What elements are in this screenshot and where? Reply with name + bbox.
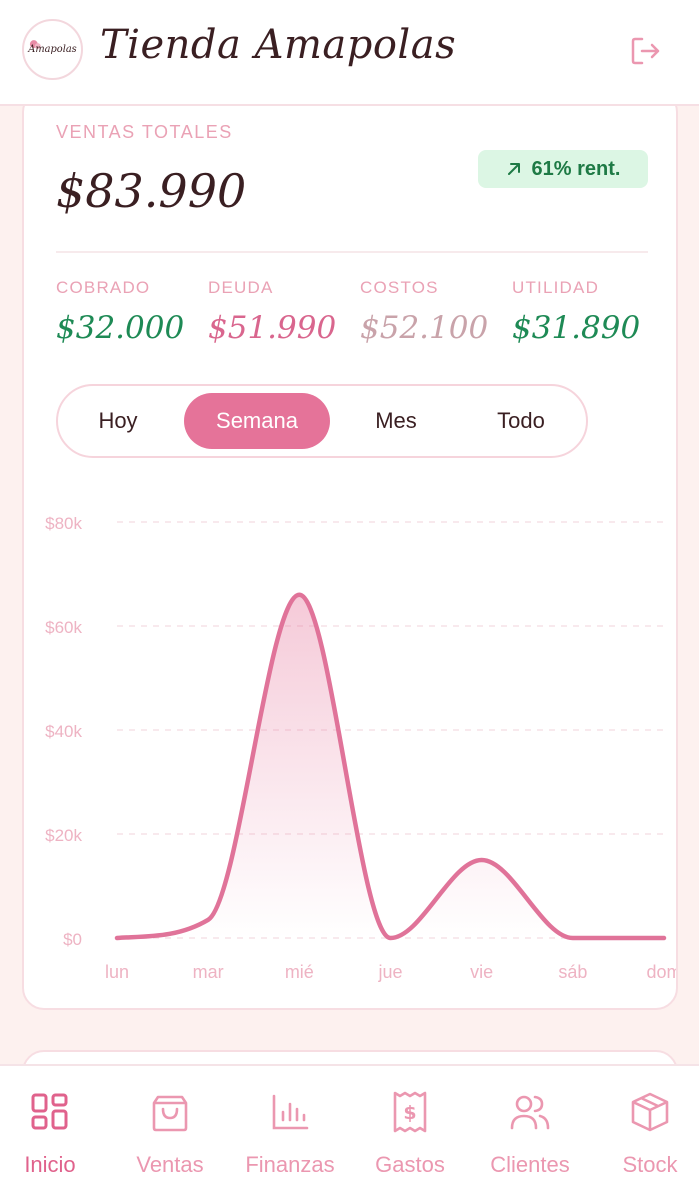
svg-text:$: $: [403, 1102, 416, 1124]
logout-button[interactable]: [626, 33, 666, 69]
total-sales-label: VENTAS TOTALES: [56, 122, 233, 142]
y-tick-label: $40k: [45, 722, 82, 741]
chart-area: [117, 594, 664, 938]
shopping-bag-icon: [152, 1095, 188, 1132]
x-tick-label: jue: [377, 962, 402, 982]
tab-todo[interactable]: Todo: [462, 393, 580, 449]
nav-label: Ventas: [136, 1152, 204, 1177]
data-point: [661, 935, 667, 941]
logout-icon: [631, 37, 660, 65]
nav-ventas[interactable]: Ventas: [112, 1066, 228, 1194]
tab-mes[interactable]: Mes: [344, 393, 448, 449]
x-tick-label: mié: [285, 962, 314, 982]
logo-mark: Amapolas: [27, 39, 77, 54]
stat-label: COSTOS: [360, 278, 439, 297]
nav-gastos[interactable]: $ Gastos: [352, 1066, 468, 1194]
nav-clientes[interactable]: Clientes: [472, 1066, 588, 1194]
data-point: [296, 592, 302, 598]
chart-line: [114, 592, 667, 941]
nav-stock[interactable]: Stock: [592, 1066, 699, 1194]
app-title: Tienda Amapolas: [100, 22, 457, 68]
nav-label: Stock: [622, 1152, 678, 1177]
logo: Amapolas: [22, 19, 83, 80]
users-icon: [510, 1095, 550, 1130]
data-point: [114, 935, 120, 941]
nav-label: Gastos: [375, 1152, 445, 1177]
data-point: [570, 935, 576, 941]
package-icon: [631, 1092, 669, 1132]
y-tick-label: $20k: [45, 826, 82, 845]
nav-inicio[interactable]: Inicio: [0, 1066, 108, 1194]
x-tick-label: sáb: [558, 962, 587, 982]
stat-label: UTILIDAD: [512, 278, 600, 297]
y-tick-label: $0: [63, 930, 82, 949]
tab-semana[interactable]: Semana: [184, 393, 330, 449]
weekly-sales-chart: $0 $20k $40k $60k $80k lun mar mié jue vie sáb dom: [45, 514, 676, 982]
data-point: [479, 857, 485, 863]
profitability-text: 61% rent.: [531, 157, 621, 180]
profitability-badge: 61% rent.: [478, 150, 648, 188]
period-selector: Hoy Semana Mes Todo: [56, 384, 588, 458]
x-tick-label: vie: [470, 962, 493, 982]
y-tick-label: $80k: [45, 514, 82, 533]
stat-label: COBRADO: [56, 278, 151, 297]
arrow-up-right-icon: [507, 163, 520, 175]
logo-text: Amapolas: [27, 43, 76, 54]
divider: [56, 251, 648, 253]
nav-label: Finanzas: [245, 1152, 335, 1177]
y-tick-label: $60k: [45, 618, 82, 637]
stat-deuda: DEUDA $51.990: [208, 278, 358, 346]
x-tick-label: lun: [105, 962, 129, 982]
nav-finanzas[interactable]: Finanzas: [232, 1066, 348, 1194]
stat-value: $52.100: [360, 310, 489, 346]
x-tick-label: dom: [646, 962, 676, 982]
stat-value: $32.000: [56, 310, 185, 346]
stat-value: $51.990: [208, 310, 337, 346]
stat-cobrado: COBRADO $32.000: [56, 278, 206, 346]
stat-label: DEUDA: [208, 278, 274, 297]
receipt-icon: $: [393, 1091, 427, 1133]
bar-chart-icon: [272, 1094, 309, 1130]
dashboard-icon: [31, 1093, 68, 1130]
stat-value: $31.890: [512, 310, 641, 346]
stat-costos: COSTOS $52.100: [360, 278, 510, 346]
stat-utilidad: UTILIDAD $31.890: [512, 278, 662, 346]
nav-label: Inicio: [24, 1152, 76, 1177]
app-header: Amapolas Tienda Amapolas: [0, 0, 699, 106]
tab-hoy[interactable]: Hoy: [66, 393, 170, 449]
total-sales-value: $83.990: [56, 164, 247, 218]
data-point: [205, 917, 211, 923]
data-point: [388, 935, 394, 941]
nav-label: Clientes: [490, 1152, 570, 1177]
bottom-navigation: Inicio Ventas Finanzas $ Gastos Clientes…: [0, 1064, 699, 1194]
x-tick-label: mar: [193, 962, 224, 982]
sales-summary-card: VENTAS TOTALES $83.990 61% rent. COBRADO…: [22, 90, 678, 1010]
